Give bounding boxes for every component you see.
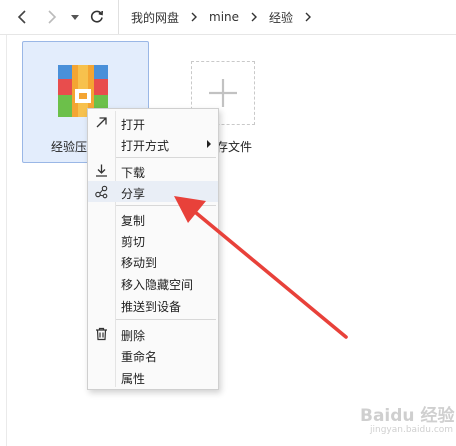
menu-item-label: 打开方式 [121,139,170,153]
menu-item-label: 分享 [121,187,146,201]
watermark: Baidu 经验 jingyan.baidu.com [336,398,455,442]
share-icon [94,184,109,199]
watermark-text: Baidu 经验 [360,406,455,426]
toolbar: 我的网盘 mine 经验 [0,0,456,35]
menu-item-open[interactable]: 打开 [88,112,218,133]
menu-item-label: 属性 [121,372,146,386]
menu-separator [116,157,216,158]
new-file-label: 存文件 [216,140,253,154]
open-arrow-icon [94,115,109,130]
refresh-icon [88,8,106,26]
menu-item-copy[interactable]: 复制 [88,208,218,229]
history-dropdown-button[interactable] [66,8,84,26]
menu-item-download[interactable]: 下载 [88,160,218,181]
divider [6,35,7,446]
breadcrumb: 我的网盘 mine 经验 [118,0,323,34]
menu-item-label: 打开 [121,118,146,132]
menu-item-move-to[interactable]: 移动到 [88,250,218,271]
menu-item-label: 移动到 [121,256,158,270]
menu-item-label: 复制 [121,214,146,228]
menu-item-share[interactable]: 分享 [88,181,218,202]
refresh-button[interactable] [88,8,106,26]
file-name: 经验压 [51,140,88,154]
menu-item-label: 重命名 [121,350,158,364]
chevron-right-icon[interactable] [303,12,313,22]
menu-item-open-with[interactable]: 打开方式 [88,133,218,154]
menu-item-label: 推送到设备 [121,300,182,314]
chevron-left-icon [14,8,32,26]
menu-item-label: 剪切 [121,235,146,249]
trash-icon [94,326,109,341]
menu-item-label: 删除 [121,329,146,343]
forward-button[interactable] [42,8,60,26]
menu-separator [116,319,216,320]
breadcrumb-item-jingyan[interactable]: 经验 [269,9,293,26]
context-menu: 打开 打开方式 下载 分享 复制 剪切 移动到 移入隐藏空间 推送到设备 删除 … [87,108,219,390]
breadcrumb-item-mine[interactable]: mine [209,10,239,24]
chevron-right-icon [189,12,199,22]
chevron-down-icon [66,8,84,26]
download-icon [94,163,109,178]
breadcrumb-item-my-drive[interactable]: 我的网盘 [131,9,179,26]
menu-item-push-to-device[interactable]: 推送到设备 [88,294,218,315]
menu-item-label: 移入隐藏空间 [121,278,194,292]
chevron-right-icon [42,8,60,26]
menu-item-properties[interactable]: 属性 [88,366,218,387]
chevron-right-icon [249,12,259,22]
menu-item-move-to-hidden-space[interactable]: 移入隐藏空间 [88,272,218,293]
menu-separator [116,205,216,206]
watermark-subtext: jingyan.baidu.com [370,425,454,435]
menu-item-delete[interactable]: 删除 [88,323,218,344]
submenu-arrow-icon [207,140,211,148]
back-button[interactable] [14,8,32,26]
menu-item-label: 下载 [121,166,146,180]
menu-item-rename[interactable]: 重命名 [88,344,218,365]
menu-item-cut[interactable]: 剪切 [88,229,218,250]
